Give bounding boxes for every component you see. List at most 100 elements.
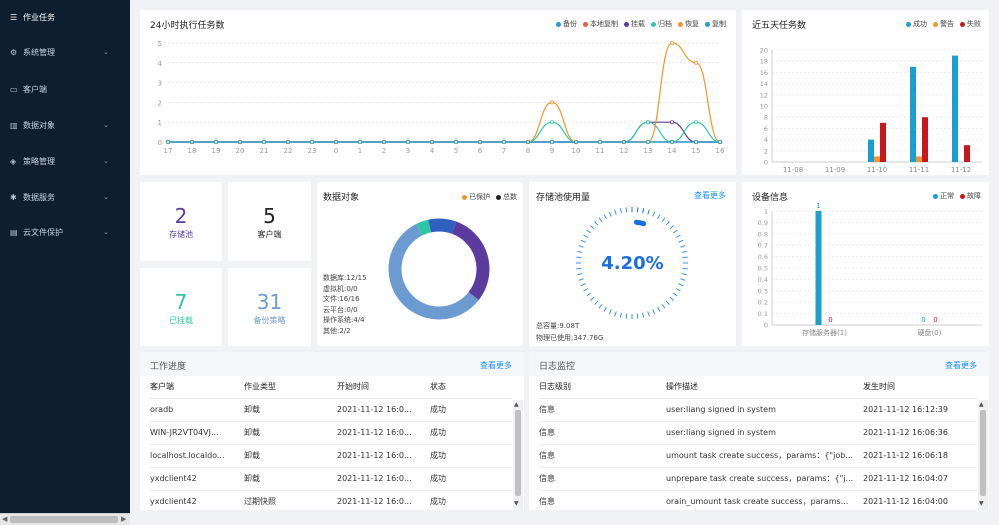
- arrow-right-icon[interactable]: ▶: [121, 515, 126, 523]
- column-header[interactable]: 日志级别: [539, 376, 666, 399]
- x-tick-label: 存储服务器(1): [802, 328, 847, 337]
- table-row[interactable]: 信息 user:liang signed in system 2021-11-12 …: [539, 421, 977, 445]
- vertical-scrollbar[interactable]: ▲ ▼: [978, 400, 988, 510]
- gauge-tick: [675, 288, 681, 292]
- stat-mounted[interactable]: 7 已挂载: [140, 268, 222, 346]
- gauge-tick: [625, 313, 628, 319]
- stat-label: 存储池: [169, 230, 193, 239]
- scrollbar-thumb[interactable]: [515, 410, 521, 496]
- table-row[interactable]: yxdclient42 卸载 2021-11-12 16:0... 成功: [150, 467, 512, 491]
- devices-card: 设备信息 正常 故障 0 0.1 0.2 0.3 0.4 0.5 0.6 0.7 0.8 0.9 1 存…: [742, 182, 989, 346]
- gauge-tick: [598, 217, 603, 223]
- x-tick-label: 11-11: [909, 166, 929, 174]
- sidebar-item-data-service[interactable]: ✱ 数据服务 ⌄: [0, 182, 130, 212]
- data-point: [549, 139, 554, 144]
- gauge-tick: [619, 208, 622, 214]
- sidebar-item-clients[interactable]: ▭ 客户端: [0, 74, 130, 104]
- table-row[interactable]: 信息 unprepare task create success，params：{…: [539, 467, 977, 491]
- y-tick-label: 4: [158, 60, 163, 68]
- data-point: [694, 60, 699, 65]
- sidebar-item-policies[interactable]: ◈ 策略管理 ⌄: [0, 146, 130, 176]
- chart-icon: ▥: [10, 120, 18, 130]
- arrow-down-icon[interactable]: ▼: [979, 500, 984, 507]
- y-tick-label: 6: [764, 125, 768, 133]
- y-tick-label: 2: [158, 99, 162, 107]
- data-point: [525, 139, 530, 144]
- arrow-up-icon[interactable]: ▲: [514, 401, 519, 408]
- data-point: [718, 139, 723, 144]
- column-header[interactable]: 作业类型: [244, 376, 337, 399]
- data-point: [190, 139, 195, 144]
- cell-time: 2021-11-12 16:06:36: [863, 421, 977, 445]
- data-point: [549, 120, 554, 125]
- x-tick-label: 17: [164, 147, 173, 155]
- x-tick-label: 10: [572, 147, 581, 155]
- cell-start: 2021-11-12 16:0...: [337, 444, 430, 468]
- column-header[interactable]: 开始时间: [337, 376, 430, 399]
- x-tick-label: 18: [188, 147, 197, 155]
- data-label: 1: [816, 202, 820, 210]
- stat-line: 文件:16/16: [323, 295, 360, 303]
- table-row[interactable]: 信息 umount task create success，params：{"jo…: [539, 444, 977, 468]
- column-header[interactable]: 客户端: [150, 376, 244, 399]
- bar: [916, 156, 922, 162]
- sidebar-item-data-objects[interactable]: ▥ 数据对象 ⌄: [0, 110, 130, 140]
- five-days-card: 近五天任务数 成功 警告 失败 0 2 4 6 8 10 12 14 16 18 20 11-08 11-0…: [742, 10, 989, 175]
- chevron-down-icon: ⌄: [103, 157, 109, 165]
- donut-slice: [416, 219, 432, 236]
- gauge-tick: [586, 229, 592, 234]
- cell-level: 信息: [539, 490, 666, 510]
- log-table: 日志级别 操作描述 发生时间 信息 user:liang signed in sy…: [539, 376, 977, 510]
- panel-title: 日志监控: [539, 362, 576, 372]
- sidebar-item-system[interactable]: ⚙ 系统管理 ⌄: [0, 37, 130, 67]
- cell-client: yxdclient42: [150, 467, 244, 491]
- sidebar-item-cloud-protect[interactable]: ▤ 云文件保护 ⌄: [0, 217, 130, 247]
- stat-backup-policy[interactable]: 31 备份策略: [228, 268, 311, 346]
- y-tick-label: 20: [760, 47, 768, 55]
- series-line: [168, 121, 721, 143]
- column-header[interactable]: 状态: [430, 376, 512, 399]
- scrollbar-thumb[interactable]: [10, 516, 118, 523]
- stat-storage-pool[interactable]: 2 存储池: [140, 182, 222, 261]
- x-tick-label: 15: [692, 147, 701, 155]
- panel-header: [529, 352, 989, 376]
- gauge-tick: [603, 214, 607, 220]
- arrow-left-icon[interactable]: ◀: [2, 515, 7, 523]
- document-icon: ▤: [10, 227, 18, 237]
- stat-value: 31: [256, 290, 283, 314]
- x-tick-label: 3: [406, 147, 410, 155]
- y-tick-label: 0.4: [758, 276, 768, 284]
- gauge-tick: [578, 245, 584, 248]
- arrow-up-icon[interactable]: ▲: [979, 401, 984, 408]
- gauge-tick: [586, 292, 592, 297]
- scrollbar-thumb[interactable]: [980, 410, 986, 496]
- gauge-tick: [608, 309, 612, 315]
- x-tick-label: 14: [668, 147, 677, 155]
- column-header[interactable]: 操作描述: [666, 376, 863, 399]
- cell-status: 成功: [430, 421, 512, 445]
- view-more-link[interactable]: 查看更多: [480, 360, 512, 371]
- horizontal-scrollbar[interactable]: ◀ ▶: [0, 513, 130, 525]
- gauge-tick: [669, 296, 674, 301]
- sidebar-item-jobs[interactable]: ☰ 作业任务: [0, 2, 130, 32]
- data-point: [573, 139, 578, 144]
- gauge-tick: [678, 239, 684, 243]
- data-objects-card: 数据对象 已保护 总数 数据库:12/15 虚拟机:0/0 文件:16/16 云平…: [317, 182, 523, 346]
- table-row[interactable]: yxdclient42 过期快照 2021-11-12 16:0... 成功: [150, 490, 512, 510]
- asterisk-icon: ✱: [10, 192, 17, 202]
- stat-clients[interactable]: 5 客户端: [228, 182, 311, 261]
- table-row[interactable]: oradb 卸载 2021-11-12 16:0... 成功: [150, 398, 512, 422]
- data-point: [429, 139, 434, 144]
- view-more-link[interactable]: 查看更多: [945, 360, 977, 371]
- table-row[interactable]: 信息 orain_umount task create success，param…: [539, 490, 977, 510]
- table-row[interactable]: localhost.localdo... 卸载 2021-11-12 16:0...…: [150, 444, 512, 468]
- vertical-scrollbar[interactable]: ▲ ▼: [513, 400, 523, 510]
- data-point: [214, 139, 219, 144]
- column-header[interactable]: 发生时间: [863, 376, 977, 399]
- cell-level: 信息: [539, 444, 666, 468]
- table-row[interactable]: WIN-JR2VT04VJ... 卸载 2021-11-12 16:0... 成功: [150, 421, 512, 445]
- data-point: [645, 120, 650, 125]
- table-row[interactable]: 信息 user:liang signed in system 2021-11-12 …: [539, 398, 977, 422]
- data-point: [453, 139, 458, 144]
- arrow-down-icon[interactable]: ▼: [514, 500, 519, 507]
